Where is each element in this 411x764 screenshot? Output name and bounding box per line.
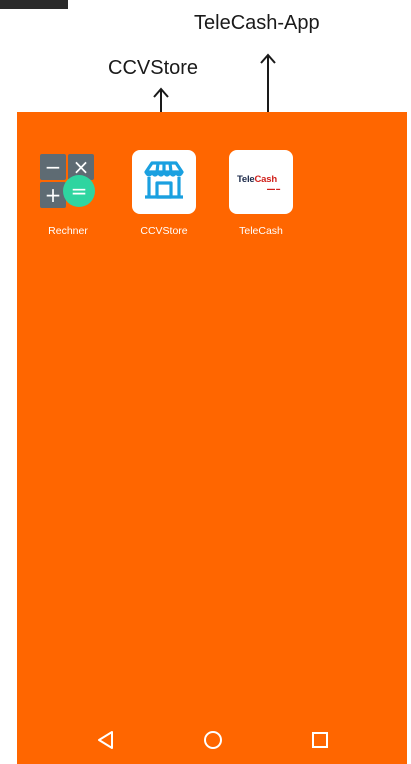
calc-equals-key: = xyxy=(63,175,95,207)
app-label-rechner: Rechner xyxy=(48,225,88,237)
app-ccvstore[interactable]: CCVStore xyxy=(129,150,199,237)
phone-home-screen: − × + = Rechner CCVStore TeleCash ▬▬ ▬ T… xyxy=(17,112,407,764)
app-telecash[interactable]: TeleCash ▬▬ ▬ TeleCash xyxy=(226,150,296,237)
store-glyph xyxy=(144,161,184,199)
app-label-ccvstore: CCVStore xyxy=(140,225,188,237)
back-triangle-icon[interactable] xyxy=(95,729,117,751)
store-icon xyxy=(132,150,196,214)
calculator-icon: − × + = xyxy=(36,150,100,214)
home-circle-icon[interactable] xyxy=(202,729,224,751)
navigation-bar xyxy=(17,714,407,764)
recent-square-icon[interactable] xyxy=(309,729,331,751)
telecash-logo-icon: TeleCash ▬▬ ▬ xyxy=(229,150,293,214)
app-label-telecash: TeleCash xyxy=(239,225,283,237)
app-rechner[interactable]: − × + = Rechner xyxy=(33,150,103,237)
telecash-logo-tagline-mark: ▬▬ ▬ xyxy=(267,186,281,191)
telecash-logo-text: TeleCash xyxy=(237,174,277,185)
top-dark-tab xyxy=(0,0,68,9)
ccvstore-callout: CCVStore xyxy=(108,57,199,79)
calc-plus-key: + xyxy=(40,182,66,208)
telecash-app-callout: TeleCash-App xyxy=(194,12,320,34)
calc-minus-key: − xyxy=(40,154,66,180)
